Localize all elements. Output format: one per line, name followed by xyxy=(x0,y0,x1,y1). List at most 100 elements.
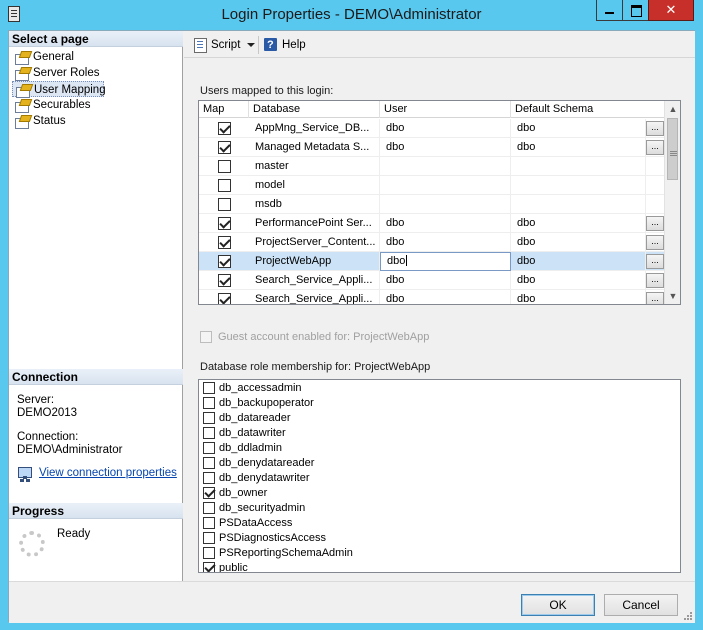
browse-schema-button[interactable]: ... xyxy=(646,273,664,288)
scrollbar-thumb[interactable] xyxy=(667,118,678,180)
map-checkbox[interactable] xyxy=(218,122,231,135)
table-row[interactable]: model xyxy=(199,176,665,195)
user-cell[interactable]: dbo xyxy=(380,252,511,271)
column-header-database[interactable]: Database xyxy=(249,101,380,118)
default-schema-cell[interactable]: dbo xyxy=(511,271,646,290)
view-connection-properties-link[interactable]: View connection properties xyxy=(39,467,177,479)
browse-schema-button[interactable]: ... xyxy=(646,235,664,250)
role-checkbox[interactable] xyxy=(203,382,215,394)
close-button[interactable] xyxy=(648,0,694,21)
script-button[interactable]: Script xyxy=(193,37,240,54)
list-item[interactable]: db_backupoperator xyxy=(203,396,314,411)
browse-schema-button[interactable]: ... xyxy=(646,121,664,136)
table-row[interactable]: ProjectServer_Content... dbo dbo... xyxy=(199,233,665,252)
user-cell[interactable]: dbo xyxy=(380,233,511,252)
list-item[interactable]: db_denydatawriter xyxy=(203,471,310,486)
list-item[interactable]: PSDiagnosticsAccess xyxy=(203,531,326,546)
minimize-button[interactable] xyxy=(596,0,623,21)
table-row[interactable]: master xyxy=(199,157,665,176)
map-checkbox[interactable] xyxy=(218,236,231,249)
default-schema-cell[interactable]: dbo xyxy=(511,252,646,271)
list-item[interactable]: public xyxy=(203,561,248,572)
page-item-server-roles[interactable]: Server Roles xyxy=(12,65,99,81)
list-item[interactable]: db_owner xyxy=(203,486,267,501)
role-checkbox[interactable] xyxy=(203,502,215,514)
browse-schema-button[interactable]: ... xyxy=(646,140,664,155)
role-checkbox[interactable] xyxy=(203,562,215,572)
user-cell[interactable] xyxy=(380,195,511,214)
scroll-up-icon[interactable]: ▲ xyxy=(665,101,680,117)
role-checkbox[interactable] xyxy=(203,532,215,544)
default-schema-cell[interactable]: dbo xyxy=(511,214,646,233)
browse-schema-button[interactable]: ... xyxy=(646,216,664,231)
list-item[interactable]: db_ddladmin xyxy=(203,441,282,456)
default-schema-cell[interactable]: dbo xyxy=(511,138,646,157)
column-header-default-schema[interactable]: Default Schema xyxy=(511,101,665,118)
guest-account-checkbox[interactable] xyxy=(200,331,212,343)
ok-button[interactable]: OK xyxy=(521,594,595,616)
role-checkbox[interactable] xyxy=(203,457,215,469)
user-cell[interactable]: dbo xyxy=(380,138,511,157)
map-checkbox[interactable] xyxy=(218,217,231,230)
browse-schema-button[interactable]: ... xyxy=(646,254,664,269)
role-checkbox[interactable] xyxy=(203,517,215,529)
default-schema-cell[interactable] xyxy=(511,157,646,176)
page-item-securables[interactable]: Securables xyxy=(12,97,91,113)
table-row[interactable]: AppMng_Service_DB... dbo dbo... xyxy=(199,119,665,138)
table-row[interactable]: ProjectWebApp dbo dbo... xyxy=(199,252,665,271)
default-schema-cell[interactable] xyxy=(511,195,646,214)
list-item[interactable]: db_accessadmin xyxy=(203,381,302,396)
page-item-user-mapping[interactable]: User Mapping xyxy=(12,81,106,98)
scroll-down-icon[interactable]: ▼ xyxy=(665,288,680,304)
default-schema-cell[interactable]: dbo xyxy=(511,119,646,138)
role-checkbox[interactable] xyxy=(203,397,215,409)
page-item-general[interactable]: General xyxy=(12,49,74,65)
map-checkbox[interactable] xyxy=(218,141,231,154)
user-cell[interactable] xyxy=(380,157,511,176)
maximize-button[interactable] xyxy=(622,0,649,21)
cancel-button[interactable]: Cancel xyxy=(604,594,678,616)
browse-schema-button[interactable]: ... xyxy=(646,292,664,304)
chevron-down-icon[interactable] xyxy=(247,43,255,47)
page-item-status[interactable]: Status xyxy=(12,113,66,129)
column-header-map[interactable]: Map xyxy=(199,101,249,118)
page-icon xyxy=(16,84,30,98)
user-cell[interactable]: dbo xyxy=(380,214,511,233)
map-checkbox[interactable] xyxy=(218,255,231,268)
role-checkbox[interactable] xyxy=(203,472,215,484)
map-checkbox[interactable] xyxy=(218,293,231,304)
role-checkbox[interactable] xyxy=(203,547,215,559)
table-row[interactable]: msdb xyxy=(199,195,665,214)
role-checkbox[interactable] xyxy=(203,412,215,424)
role-checkbox[interactable] xyxy=(203,487,215,499)
user-cell[interactable]: dbo xyxy=(380,271,511,290)
table-row[interactable]: Search_Service_Appli... dbo dbo... xyxy=(199,290,665,304)
list-item[interactable]: PSDataAccess xyxy=(203,516,292,531)
map-checkbox[interactable] xyxy=(218,179,231,192)
role-label: PSDataAccess xyxy=(219,517,293,529)
user-cell[interactable]: dbo xyxy=(380,290,511,304)
list-item[interactable]: db_datawriter xyxy=(203,426,286,441)
map-checkbox[interactable] xyxy=(218,274,231,287)
user-cell[interactable]: dbo xyxy=(380,119,511,138)
help-button[interactable]: Help xyxy=(264,37,306,54)
user-cell[interactable] xyxy=(380,176,511,195)
resize-grip-icon[interactable] xyxy=(682,610,692,620)
default-schema-cell[interactable]: dbo xyxy=(511,233,646,252)
list-item[interactable]: db_securityadmin xyxy=(203,501,305,516)
default-schema-cell[interactable]: dbo xyxy=(511,290,646,304)
list-item[interactable]: PSReportingSchemaAdmin xyxy=(203,546,353,561)
role-checkbox[interactable] xyxy=(203,427,215,439)
table-row[interactable]: Search_Service_Appli... dbo dbo... xyxy=(199,271,665,290)
list-item[interactable]: db_datareader xyxy=(203,411,291,426)
map-checkbox[interactable] xyxy=(218,198,231,211)
dialog-footer: OK Cancel xyxy=(9,581,695,623)
map-checkbox[interactable] xyxy=(218,160,231,173)
role-checkbox[interactable] xyxy=(203,442,215,454)
users-grid-scrollbar[interactable]: ▲ ▼ xyxy=(664,101,680,304)
table-row[interactable]: PerformancePoint Ser... dbo dbo... xyxy=(199,214,665,233)
list-item[interactable]: db_denydatareader xyxy=(203,456,314,471)
table-row[interactable]: Managed Metadata S... dbo dbo... xyxy=(199,138,665,157)
column-header-user[interactable]: User xyxy=(380,101,511,118)
default-schema-cell[interactable] xyxy=(511,176,646,195)
